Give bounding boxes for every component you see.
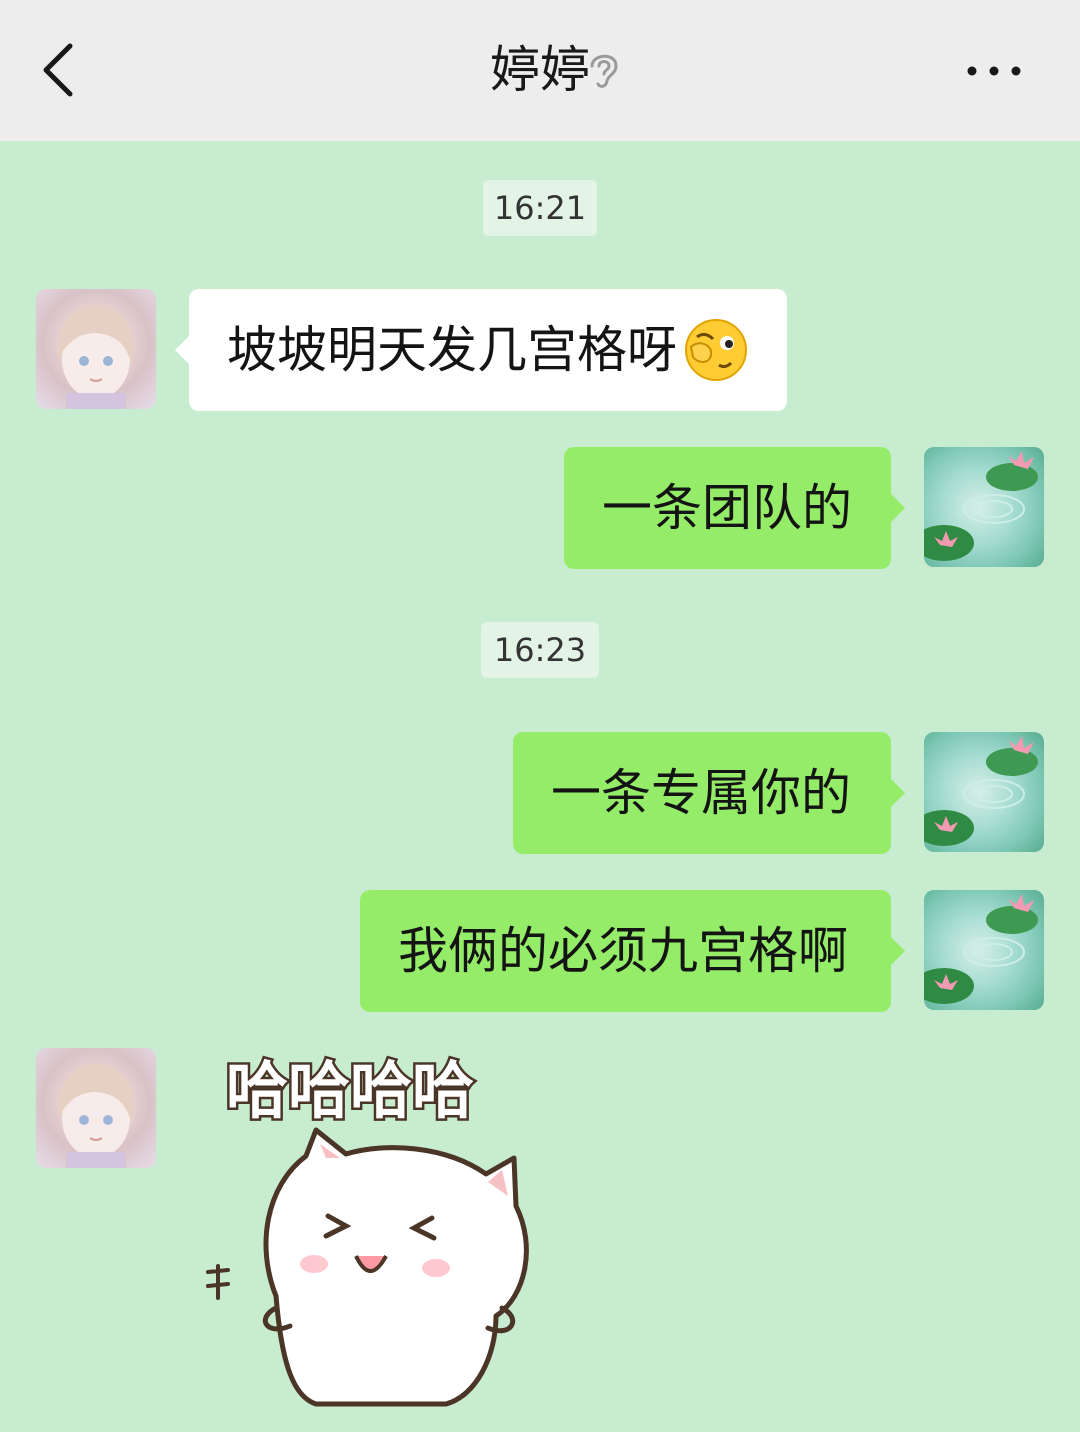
girl-avatar-image — [57, 1063, 134, 1168]
message-text: 一条专属你的 — [551, 764, 851, 822]
timestamp: 16:23 — [481, 622, 599, 678]
sticker-caption: 哈哈哈哈 — [226, 1054, 474, 1127]
contact-avatar[interactable] — [36, 1048, 156, 1168]
message-bubble[interactable]: 一条专属你的 — [513, 732, 905, 854]
ear-icon — [590, 54, 618, 88]
lotus-avatar-image — [924, 894, 1038, 1004]
my-avatar[interactable] — [924, 732, 1044, 852]
laughing-cat-sticker[interactable]: 哈哈哈哈 — [196, 1046, 556, 1416]
contact-avatar[interactable] — [36, 289, 156, 409]
wink-face-emoji — [685, 319, 747, 381]
chat-title: 婷婷 — [490, 41, 590, 99]
more-icon[interactable] — [962, 56, 1026, 86]
lotus-avatar-image — [924, 736, 1038, 846]
message-bubble[interactable]: 我俩的必须九宫格啊 — [360, 890, 905, 1012]
message-text: 我俩的必须九宫格啊 — [398, 922, 848, 980]
timestamp: 16:21 — [483, 180, 597, 236]
girl-avatar-image — [57, 304, 134, 409]
lotus-avatar-image — [924, 451, 1038, 561]
top-bar: 婷婷 — [0, 0, 1080, 141]
message-text: 一条团队的 — [602, 479, 852, 537]
chat-title-row: 婷婷 — [0, 38, 1080, 102]
message-bubble[interactable]: 坡坡明天发几宫格呀 — [175, 289, 787, 411]
my-avatar[interactable] — [924, 447, 1044, 567]
message-text: 坡坡明天发几宫格呀 — [227, 321, 677, 379]
message-bubble[interactable]: 一条团队的 — [564, 447, 905, 569]
my-avatar[interactable] — [924, 890, 1044, 1010]
